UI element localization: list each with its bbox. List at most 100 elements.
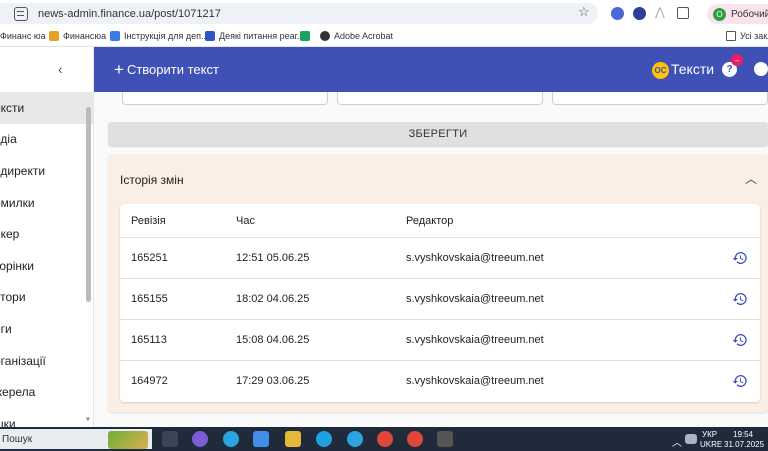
bookmark-item[interactable]: Деякі питання реаг... — [205, 31, 304, 41]
sidebar-item[interactable]: жерела — [0, 376, 93, 408]
sidebar-item[interactable]: нкер — [0, 218, 93, 250]
time-cell: 18:02 04.06.25 — [236, 293, 310, 305]
column-header-editor: Редактор — [406, 215, 454, 227]
globe-icon — [320, 31, 330, 41]
restore-history-icon[interactable] — [732, 250, 748, 266]
language-indicator[interactable]: УКР — [702, 430, 717, 439]
task-view-icon[interactable] — [162, 431, 178, 447]
bookmark-item[interactable]: Финанс юа — [0, 31, 46, 41]
app-icon[interactable] — [437, 431, 453, 447]
extension-icon[interactable] — [611, 7, 624, 20]
revision-cell: 165113 — [131, 334, 167, 346]
extensions-puzzle-icon[interactable] — [677, 7, 689, 19]
folder-icon — [49, 31, 59, 41]
all-bookmarks[interactable]: Усі закл — [726, 31, 768, 41]
store-icon[interactable] — [253, 431, 269, 447]
url-text[interactable]: news-admin.finance.ua/post/1071217 — [38, 8, 221, 20]
sidebar-scrollbar[interactable] — [86, 107, 91, 302]
chrome-icon[interactable] — [377, 431, 393, 447]
profile-button[interactable]: О Робочий — [707, 4, 768, 24]
plus-icon: + — [114, 60, 124, 79]
sidebar-item[interactable]: еги — [0, 313, 93, 345]
editor-cell: s.vyshkovskaia@treeum.net — [406, 334, 544, 346]
bookmark-item[interactable]: Финансюа — [49, 31, 106, 41]
app-logo-icon: OC — [652, 62, 669, 79]
text-field[interactable] — [552, 92, 768, 105]
sidebar-item[interactable]: ексти — [0, 92, 93, 124]
restore-history-icon[interactable] — [732, 332, 748, 348]
fields-row — [94, 92, 768, 106]
viber-icon[interactable] — [192, 431, 208, 447]
clock-date[interactable]: 31.07.2025 — [724, 440, 764, 449]
scroll-down-icon[interactable]: ▼ — [85, 417, 91, 423]
time-cell: 12:51 05.06.25 — [236, 252, 310, 264]
restore-history-icon[interactable] — [732, 373, 748, 389]
bookmark-star-icon[interactable]: ☆ — [578, 4, 590, 20]
sidebar-item[interactable]: рганізації — [0, 345, 93, 377]
table-row: 165251 12:51 05.06.25 s.vyshkovskaia@tre… — [120, 238, 760, 279]
chevron-up-icon[interactable]: ︿ — [745, 170, 757, 187]
table-row: 165113 15:08 04.06.25 s.vyshkovskaia@tre… — [120, 320, 760, 361]
tray-chevron-icon[interactable]: ︿ — [672, 434, 682, 449]
profile-name: Робочий — [731, 8, 768, 20]
telegram-icon[interactable] — [223, 431, 239, 447]
chevron-left-icon[interactable]: ‹ — [58, 61, 63, 77]
browser-toolbar: news-admin.finance.ua/post/1071217 ☆ ⋀ О… — [0, 0, 768, 27]
editor-cell: s.vyshkovskaia@treeum.net — [406, 375, 544, 387]
history-title[interactable]: Історія змін — [120, 173, 184, 187]
sidebar-item[interactable]: шки — [0, 408, 93, 427]
bookmarks-bar: Финанс юа Финансюа Інструкція для деп...… — [0, 27, 768, 47]
revision-cell: 164972 — [131, 375, 168, 387]
create-text-button[interactable]: + Створити текст — [114, 61, 219, 78]
acrobat-extension-icon[interactable]: ⋀ — [655, 5, 667, 19]
sheets-icon — [300, 31, 310, 41]
history-panel: Історія змін ︿ Ревізія Час Редактор 1652… — [108, 154, 768, 412]
language-indicator-sub[interactable]: UKRE — [700, 440, 722, 449]
sidebar-item[interactable]: едиректи — [0, 155, 93, 187]
create-text-label: Створити текст — [126, 62, 219, 77]
text-field[interactable] — [122, 92, 328, 105]
network-icon[interactable] — [685, 434, 697, 444]
address-bar[interactable]: news-admin.finance.ua/post/1071217 — [0, 3, 598, 24]
sidebar-header: ‹ — [0, 47, 93, 92]
table-header: Ревізія Час Редактор — [120, 204, 760, 238]
account-icon[interactable] — [754, 62, 768, 76]
taskbar: Пошук ︿ УКР UKRE 19:54 31.07.2025 — [0, 427, 768, 451]
bookmark-item[interactable]: Adobe Acrobat — [320, 31, 393, 41]
table-row: 164972 17:29 03.06.25 s.vyshkovskaia@tre… — [120, 361, 760, 402]
extension-icon[interactable] — [633, 7, 646, 20]
restore-history-icon[interactable] — [732, 291, 748, 307]
search-highlight-image — [108, 431, 148, 449]
skype-icon[interactable] — [316, 431, 332, 447]
section-title: Тексти — [671, 61, 715, 77]
telegram-icon[interactable] — [347, 431, 363, 447]
bookmark-item[interactable]: Інструкція для деп... — [110, 31, 208, 41]
editor-cell: s.vyshkovskaia@treeum.net — [406, 293, 544, 305]
table-row: 165155 18:02 04.06.25 s.vyshkovskaia@tre… — [120, 279, 760, 320]
app-bar: + Створити текст OC Тексти ? – — [94, 47, 768, 92]
history-table: Ревізія Час Редактор 165251 12:51 05.06.… — [120, 204, 760, 402]
text-field[interactable] — [337, 92, 543, 105]
sidebar-item[interactable]: торінки — [0, 250, 93, 282]
bookmark-item[interactable] — [300, 31, 314, 41]
site-info-icon[interactable] — [14, 6, 28, 21]
time-cell: 15:08 04.06.25 — [236, 334, 310, 346]
doc-icon — [110, 31, 120, 41]
profile-avatar: О — [713, 7, 726, 21]
chrome-icon[interactable] — [407, 431, 423, 447]
editor-cell: s.vyshkovskaia@treeum.net — [406, 252, 544, 264]
folder-icon — [726, 31, 736, 41]
file-explorer-icon[interactable] — [285, 431, 301, 447]
sidebar-item[interactable]: втори — [0, 282, 93, 314]
sidebar: ‹ ексти едіа едиректи омилки нкер торінк… — [0, 47, 94, 427]
sidebar-item[interactable]: омилки — [0, 187, 93, 219]
save-button[interactable]: ЗБЕРЕГТИ — [108, 122, 768, 146]
sidebar-item[interactable]: едіа — [0, 124, 93, 156]
notification-badge: – — [731, 54, 743, 66]
taskbar-search[interactable]: Пошук — [0, 429, 152, 449]
search-label: Пошук — [2, 433, 33, 445]
column-header-time: Час — [236, 215, 255, 227]
revision-cell: 165155 — [131, 293, 168, 305]
clock-time[interactable]: 19:54 — [733, 430, 753, 439]
trident-icon — [205, 31, 215, 41]
